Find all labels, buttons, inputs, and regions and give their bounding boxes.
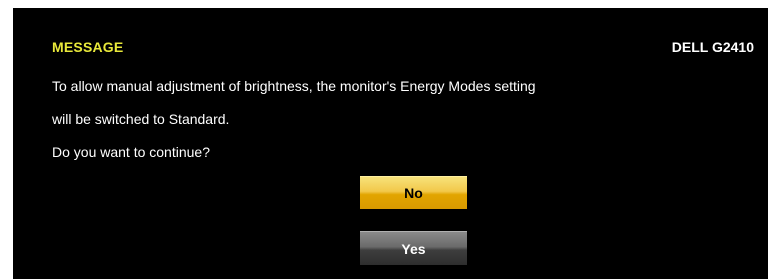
message-line-2: will be switched to Standard.: [52, 111, 230, 127]
yes-button-label: Yes: [401, 240, 426, 257]
dialog-title: MESSAGE: [52, 39, 124, 55]
message-line-3: Do you want to continue?: [52, 144, 210, 160]
osd-message-dialog: MESSAGE DELL G2410 To allow manual adjus…: [13, 8, 768, 279]
no-button-label: No: [404, 185, 423, 201]
monitor-model-label: DELL G2410: [671, 39, 754, 55]
no-button[interactable]: No: [360, 176, 467, 209]
message-line-1: To allow manual adjustment of brightness…: [52, 78, 536, 94]
yes-button[interactable]: Yes: [360, 231, 467, 265]
